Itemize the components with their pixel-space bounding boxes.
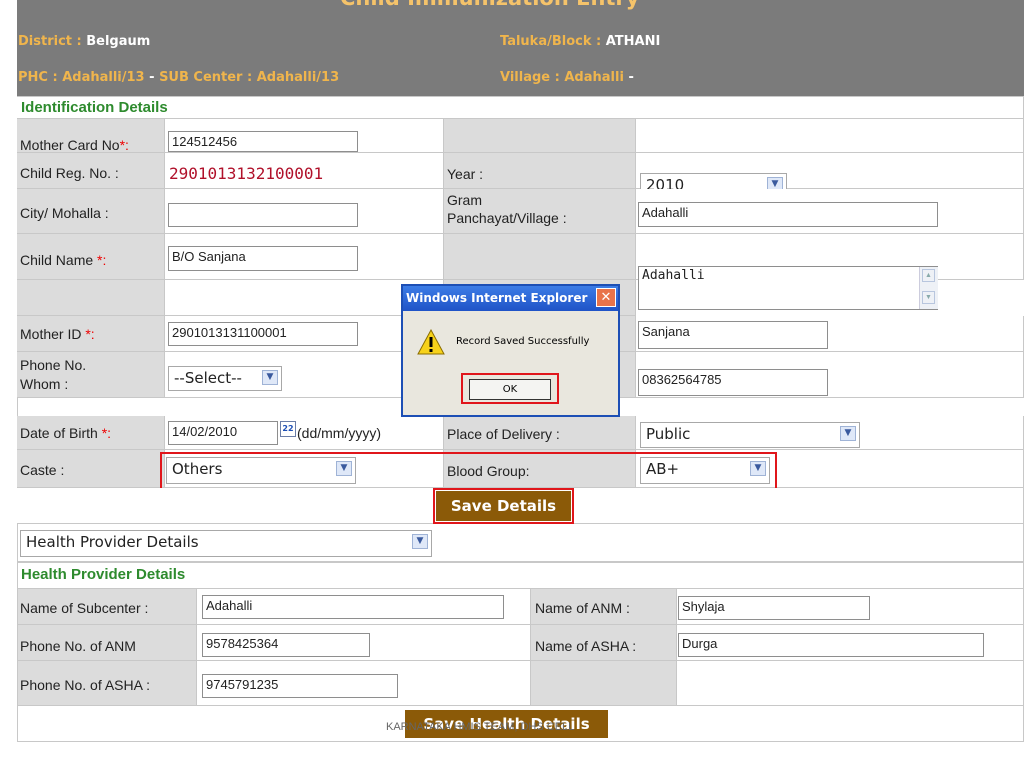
place-of-delivery-select[interactable]: Public ▼ (640, 422, 860, 448)
ok-button[interactable]: OK (469, 379, 551, 400)
chevron-down-icon: ▼ (262, 370, 278, 385)
asha-phone-label: Phone No. of ASHA : (20, 677, 150, 693)
district-info: District : Belgaum (18, 34, 150, 49)
anm-name-label: Name of ANM : (535, 600, 630, 616)
district-label: District : (18, 34, 82, 49)
asha-phone-input[interactable]: 9745791235 (202, 674, 398, 698)
village-dash: - (628, 70, 634, 85)
subcenter-label: SUB Center : (159, 70, 253, 85)
phc-info: PHC : Adahalli/13 - SUB Center : Adahall… (18, 70, 339, 85)
phone-whom-select[interactable]: --Select-- ▼ (168, 366, 282, 391)
place-of-delivery-label: Place of Delivery : (447, 426, 560, 442)
gram-input[interactable]: Adahalli (638, 202, 938, 227)
subcenter-name-label: Name of Subcenter : (20, 600, 149, 616)
child-name-input[interactable]: B/O Sanjana (168, 246, 358, 271)
warning-icon (417, 329, 445, 355)
page-title: Child Immunization Entry (340, 0, 639, 10)
phone-whom-label-line1: Phone No. (20, 357, 87, 373)
label-cell (444, 119, 636, 153)
phc-value: Adahalli/13 (62, 70, 145, 85)
phc-dash: - (149, 70, 155, 85)
place-of-delivery-value: Public (646, 425, 691, 443)
phone-whom-value: --Select-- (174, 369, 242, 387)
health-provider-select[interactable]: Health Provider Details ▼ (20, 530, 432, 557)
close-icon[interactable]: ✕ (596, 288, 616, 307)
anm-phone-label: Phone No. of ANM (20, 638, 136, 654)
label-cell (17, 280, 165, 316)
city-label: City/ Mohalla : (20, 205, 109, 221)
subcenter-name-input[interactable]: Adahalli (202, 595, 504, 619)
asha-name-label: Name of ASHA : (535, 638, 637, 654)
taluka-value: ATHANI (605, 34, 661, 49)
blood-group-label: Blood Group: (447, 463, 530, 479)
caste-label: Caste : (20, 462, 65, 478)
dialog-titlebar[interactable]: Windows Internet Explorer ✕ (403, 286, 618, 311)
blood-group-select[interactable]: AB+ ▼ (640, 457, 770, 484)
dob-input[interactable]: 14/02/2010 (168, 421, 278, 445)
save-details-button[interactable]: Save Details (436, 491, 571, 521)
calendar-icon[interactable]: 22 (280, 421, 296, 437)
address-textarea[interactable]: Adahalli (638, 266, 938, 310)
district-value: Belgaum (86, 34, 151, 49)
blood-group-value: AB+ (646, 460, 680, 478)
mother-id-input[interactable]: 2901013131100001 (168, 322, 358, 346)
health-provider-select-value: Health Provider Details (26, 533, 199, 551)
chevron-down-icon: ▼ (412, 534, 428, 549)
gram-label-line1: Gram (447, 192, 482, 208)
watermark: KARNATAKA HMIS TEAM, DHS CELL (386, 721, 575, 733)
asha-name-input[interactable]: Durga (678, 633, 984, 657)
subcenter-value: Adahalli/13 (256, 70, 340, 85)
dialog-title: Windows Internet Explorer (406, 291, 588, 305)
label-cell (531, 661, 677, 706)
mother-id-label: Mother ID *: (20, 326, 95, 342)
health-provider-section-title: Health Provider Details (21, 566, 186, 583)
child-name-label: Child Name *: (20, 252, 107, 268)
scroll-up-icon[interactable]: ▲ (922, 269, 935, 282)
gram-label-line2: Panchayat/Village : (447, 210, 567, 226)
label-cell (444, 234, 636, 280)
anm-name-input[interactable]: Shylaja (678, 596, 870, 620)
phone-whom-label-line2: Whom : (20, 376, 69, 392)
mother-card-label: Mother Card No*: (20, 137, 129, 153)
taluka-info: Taluka/Block : ATHANI (500, 34, 660, 49)
caste-select[interactable]: Others ▼ (166, 457, 356, 484)
chevron-down-icon: ▼ (840, 426, 856, 441)
chevron-down-icon: ▼ (336, 461, 352, 476)
phc-label: PHC : (18, 70, 58, 85)
textarea-scrollbar[interactable]: ▲ ▼ (919, 267, 938, 309)
dialog-message: Record Saved Successfully (456, 336, 590, 347)
village-label: Village : (500, 70, 560, 85)
child-reg-label: Child Reg. No. : (20, 165, 119, 181)
scroll-down-icon[interactable]: ▼ (922, 291, 935, 304)
identification-title-row (17, 96, 1024, 119)
child-reg-value: 2901013132100001 (169, 164, 324, 183)
chevron-down-icon: ▼ (750, 461, 766, 476)
city-input[interactable] (168, 203, 358, 227)
caste-value: Others (172, 460, 223, 478)
village-info: Village : Adahalli - (500, 70, 634, 85)
value-cell (636, 119, 1024, 153)
taluka-label: Taluka/Block : (500, 34, 602, 49)
mother-card-input[interactable]: 124512456 (168, 131, 358, 152)
village-value: Adahalli (564, 70, 624, 85)
identification-section-title: Identification Details (21, 99, 168, 116)
dob-format-hint: (dd/mm/yyyy) (297, 425, 381, 441)
mother-name-input[interactable]: Sanjana (638, 321, 828, 349)
value-cell (677, 661, 1024, 706)
phone-number-input[interactable]: 08362564785 (638, 369, 828, 396)
year-label: Year : (447, 166, 484, 182)
alert-dialog: Windows Internet Explorer ✕ Record Saved… (401, 284, 620, 417)
anm-phone-input[interactable]: 9578425364 (202, 633, 370, 657)
dob-label: Date of Birth *: (20, 425, 112, 441)
